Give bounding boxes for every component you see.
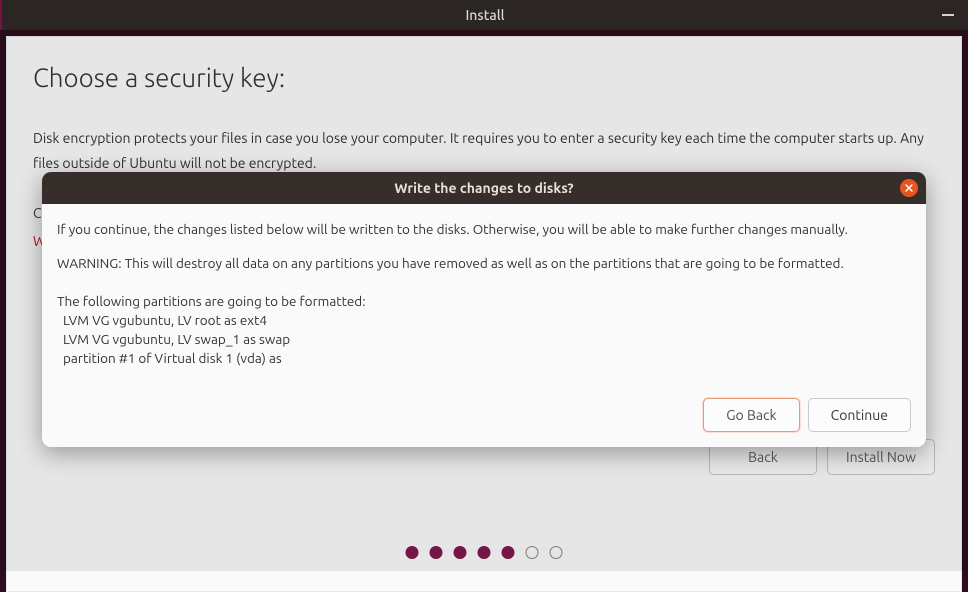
window-title: Install [465, 7, 504, 23]
list-item: partition #1 of Virtual disk 1 (vda) as [63, 349, 911, 368]
progress-dot [454, 546, 467, 559]
confirm-dialog: Write the changes to disks? If you conti… [42, 172, 926, 447]
page-title: Choose a security key: [33, 63, 935, 92]
progress-dot [526, 546, 539, 559]
progress-dot [430, 546, 443, 559]
page-description: Disk encryption protects your files in c… [33, 126, 935, 175]
progress-dot [550, 546, 563, 559]
window-titlebar: Install [0, 0, 968, 30]
dialog-titlebar: Write the changes to disks? [42, 172, 926, 204]
dialog-warning: WARNING: This will destroy all data on a… [57, 253, 911, 273]
go-back-button[interactable]: Go Back [703, 398, 799, 432]
close-icon[interactable] [900, 179, 918, 197]
minimize-icon[interactable] [942, 14, 954, 16]
continue-button[interactable]: Continue [808, 398, 911, 432]
dialog-list-heading: The following partitions are going to be… [57, 291, 911, 311]
progress-dot [502, 546, 515, 559]
dialog-body: If you continue, the changes listed belo… [42, 204, 926, 382]
progress-dots [406, 546, 563, 559]
list-item: LVM VG vgubuntu, LV swap_1 as swap [63, 330, 911, 349]
dialog-intro: If you continue, the changes listed belo… [57, 219, 911, 239]
progress-dot [478, 546, 491, 559]
dialog-title: Write the changes to disks? [394, 180, 573, 196]
list-item: LVM VG vgubuntu, LV root as ext4 [63, 311, 911, 330]
progress-dot [406, 546, 419, 559]
dialog-buttons: Go Back Continue [42, 392, 926, 447]
dialog-list: LVM VG vgubuntu, LV root as ext4 LVM VG … [57, 311, 911, 368]
